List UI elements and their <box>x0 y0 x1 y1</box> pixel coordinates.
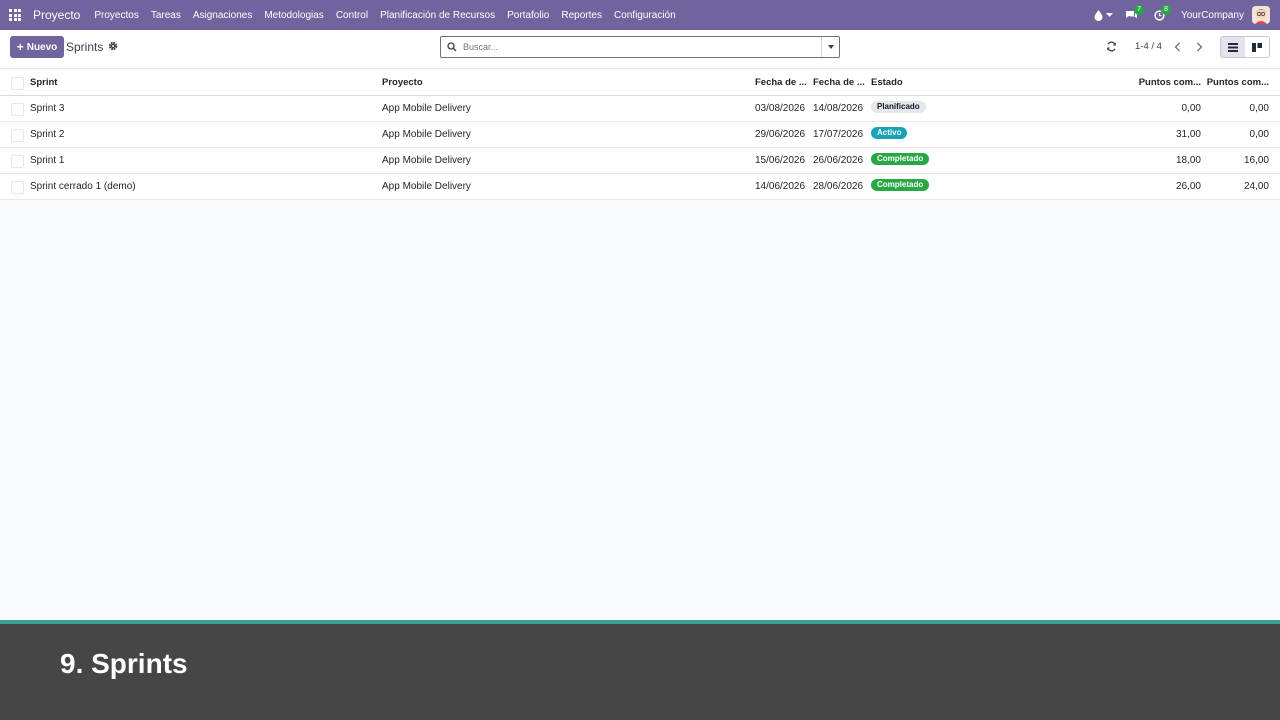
status-cell: Planificado <box>871 96 991 122</box>
menu-item-reportes[interactable]: Reportes <box>561 10 602 21</box>
row-checkbox[interactable] <box>11 155 24 168</box>
points-completed: 0,00 <box>1249 103 1269 114</box>
column-header-points-completed[interactable]: Puntos com... <box>1205 70 1269 96</box>
points-completed: 24,00 <box>1243 181 1269 192</box>
points-committed: 31,00 <box>1175 129 1201 140</box>
company-switcher[interactable]: YourCompany <box>1181 10 1244 21</box>
debug-menu[interactable] <box>1094 9 1113 21</box>
table-row[interactable]: Sprint cerrado 1 (demo) App Mobile Deliv… <box>0 174 1280 200</box>
sprint-name: Sprint 1 <box>30 155 65 166</box>
points-committed: 0,00 <box>1181 103 1201 114</box>
search-icon <box>441 42 463 52</box>
user-avatar[interactable] <box>1252 6 1270 24</box>
user-avatar-icon <box>1252 6 1270 24</box>
activities-menu[interactable]: 8 <box>1154 4 1171 21</box>
navbar-systray: 7 8 YourCompany <box>1082 0 1270 30</box>
activities-count-badge: 8 <box>1161 4 1171 15</box>
column-header-start-date[interactable]: Fecha de ... <box>755 70 807 96</box>
caption-title: 9. Sprints <box>60 648 188 679</box>
droplet-icon <box>1094 9 1103 21</box>
main-menu: Proyectos Tareas Asignaciones Metodologi… <box>88 10 681 21</box>
sprint-name: Sprint 2 <box>30 129 65 140</box>
end-date: 14/08/2026 <box>813 103 864 114</box>
list-view-button[interactable] <box>1221 37 1245 57</box>
gear-icon[interactable] <box>108 41 118 54</box>
start-date: 14/06/2026 <box>755 181 806 192</box>
menu-item-metodologias[interactable]: Metodologias <box>264 10 323 21</box>
apps-menu-icon[interactable] <box>0 0 30 30</box>
caption-banner: 9. Sprints <box>0 624 1280 720</box>
points-committed: 26,00 <box>1175 181 1201 192</box>
menu-item-tareas[interactable]: Tareas <box>151 10 181 21</box>
status-cell: Activo <box>871 122 991 148</box>
control-panel: + Nuevo Sprints 1-4 / 4 <box>0 30 1280 69</box>
menu-item-configuracion[interactable]: Configuración <box>614 10 676 21</box>
status-cell: Completado <box>871 148 991 174</box>
search-bar <box>440 36 840 58</box>
points-committed: 18,00 <box>1175 155 1201 166</box>
menu-item-control[interactable]: Control <box>336 10 368 21</box>
column-header-status[interactable]: Estado <box>871 70 991 96</box>
table-row[interactable]: Sprint 2 App Mobile Delivery 29/06/2026 … <box>0 122 1280 148</box>
column-header-end-date[interactable]: Fecha de ... <box>813 70 865 96</box>
menu-item-planificacion[interactable]: Planificación de Recursos <box>380 10 495 21</box>
table-row[interactable]: Sprint 1 App Mobile Delivery 15/06/2026 … <box>0 148 1280 174</box>
chevron-right-icon <box>1196 42 1202 52</box>
end-date: 28/06/2026 <box>813 181 864 192</box>
column-header-sprint[interactable]: Sprint <box>30 70 370 96</box>
project-name: App Mobile Delivery <box>382 181 471 192</box>
row-checkbox[interactable] <box>11 129 24 142</box>
start-date: 15/06/2026 <box>755 155 806 166</box>
search-input[interactable] <box>463 38 821 56</box>
select-all-checkbox[interactable] <box>11 77 24 90</box>
pager-next-button[interactable] <box>1189 37 1209 57</box>
points-completed: 0,00 <box>1249 129 1269 140</box>
status-cell: Completado <box>871 174 991 200</box>
project-name: App Mobile Delivery <box>382 129 471 140</box>
pager-previous-button[interactable] <box>1167 37 1187 57</box>
new-button-label: Nuevo <box>26 41 58 53</box>
column-header-points-committed[interactable]: Puntos com... <box>1135 70 1201 96</box>
messages-menu[interactable]: 7 <box>1125 4 1144 21</box>
row-checkbox[interactable] <box>11 181 24 194</box>
app-title[interactable]: Proyecto <box>33 8 80 22</box>
top-navbar: Proyecto Proyectos Tareas Asignaciones M… <box>0 0 1280 30</box>
points-completed: 16,00 <box>1243 155 1269 166</box>
project-name: App Mobile Delivery <box>382 103 471 114</box>
list-header: Sprint Proyecto Fecha de ... Fecha de ..… <box>0 70 1280 96</box>
sprint-name: Sprint 3 <box>30 103 65 114</box>
view-switcher <box>1220 36 1270 58</box>
status-badge: Completado <box>871 153 930 166</box>
project-name: App Mobile Delivery <box>382 155 471 166</box>
messages-count-badge: 7 <box>1134 4 1144 15</box>
refresh-icon[interactable] <box>1106 41 1117 55</box>
row-checkbox[interactable] <box>11 103 24 116</box>
menu-item-proyectos[interactable]: Proyectos <box>94 10 138 21</box>
status-badge: Completado <box>871 179 930 192</box>
table-row[interactable]: Sprint 3 App Mobile Delivery 03/08/2026 … <box>0 96 1280 122</box>
start-date: 03/08/2026 <box>755 103 806 114</box>
sprints-list: Sprint Proyecto Fecha de ... Fecha de ..… <box>0 70 1280 200</box>
menu-item-portafolio[interactable]: Portafolio <box>507 10 549 21</box>
sprint-name: Sprint cerrado 1 (demo) <box>30 181 136 192</box>
new-button[interactable]: + Nuevo <box>10 36 64 58</box>
pager-value[interactable]: 1-4 / 4 <box>1135 41 1162 52</box>
page-title: Sprints <box>66 40 104 54</box>
chevron-left-icon <box>1174 42 1180 52</box>
end-date: 26/06/2026 <box>813 155 864 166</box>
kanban-view-button[interactable] <box>1245 37 1269 57</box>
kanban-view-icon <box>1252 42 1262 52</box>
list-view-icon <box>1228 42 1238 52</box>
status-badge: Planificado <box>871 101 926 114</box>
end-date: 17/07/2026 <box>813 129 864 140</box>
menu-item-asignaciones[interactable]: Asignaciones <box>193 10 252 21</box>
chevron-down-icon <box>1105 12 1113 17</box>
plus-icon: + <box>16 40 24 54</box>
column-header-project[interactable]: Proyecto <box>382 70 742 96</box>
search-options-toggle[interactable] <box>821 37 839 57</box>
status-badge: Activo <box>871 127 908 140</box>
start-date: 29/06/2026 <box>755 129 806 140</box>
caret-down-icon <box>827 45 834 49</box>
breadcrumb: Sprints <box>66 40 118 54</box>
